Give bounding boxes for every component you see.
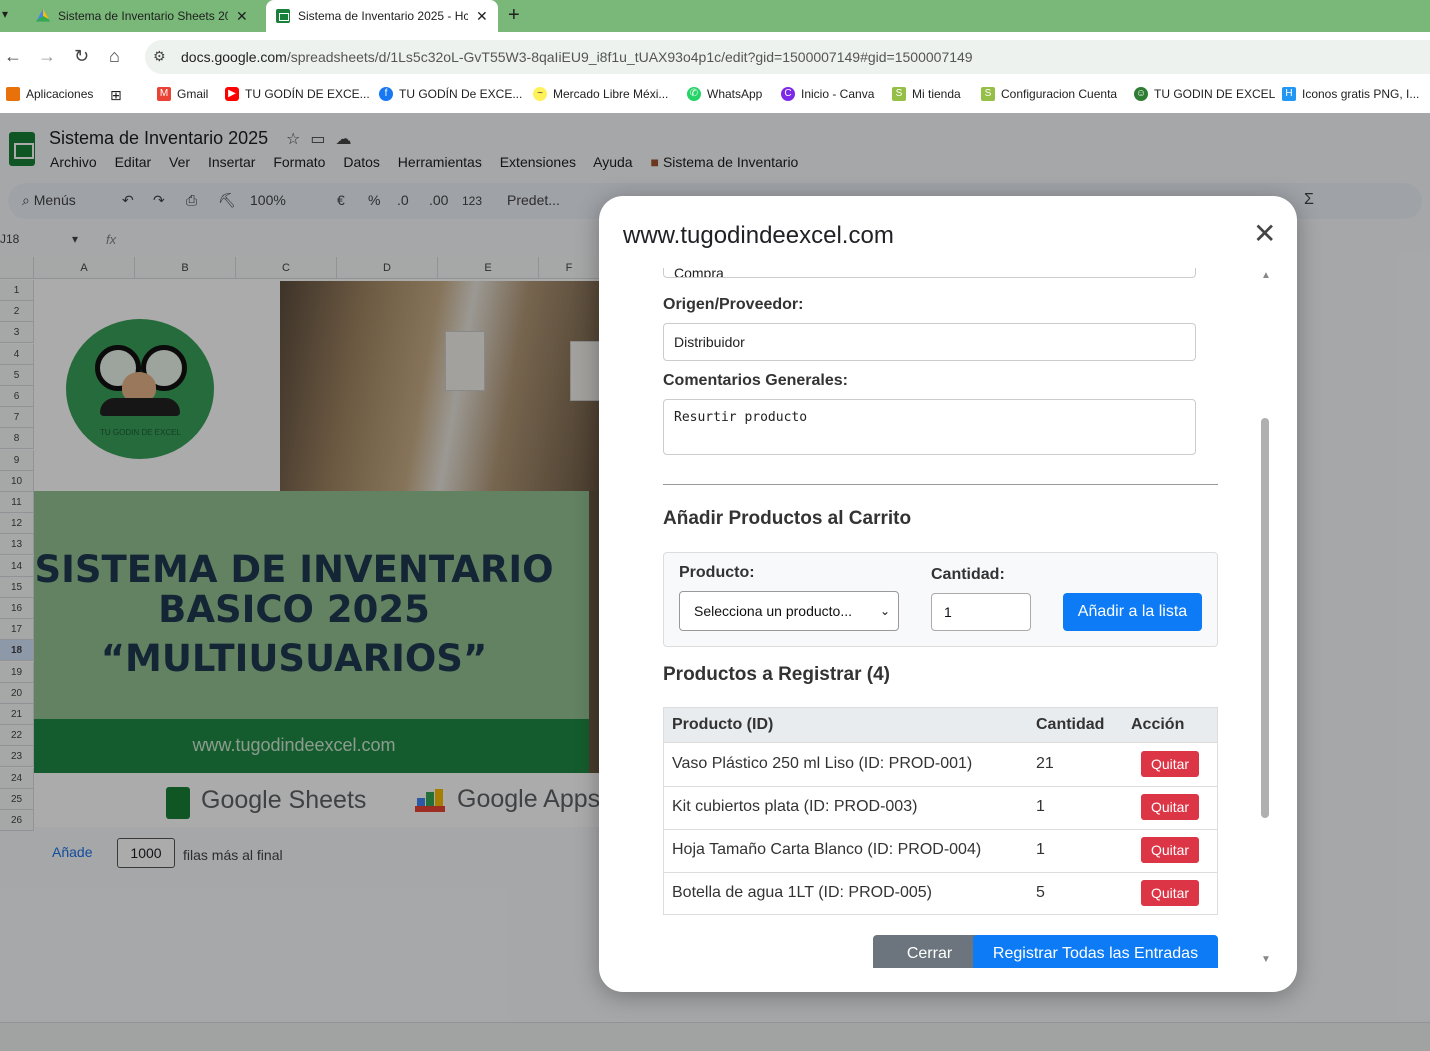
cancel-button[interactable]: Cerrar: [873, 935, 986, 968]
modal-title: www.tugodindeexcel.com: [623, 222, 894, 249]
bookmark-tugodin[interactable]: ☺ TU GODIN DE EXCEL: [1134, 87, 1275, 101]
remove-button[interactable]: Quitar: [1141, 794, 1199, 820]
origin-label: Origen/Proveedor:: [663, 296, 804, 313]
apps-grid-icon: [6, 87, 20, 101]
iconos-icon: H: [1282, 87, 1296, 101]
table-row-product: Vaso Plástico 250 ml Liso (ID: PROD-001): [672, 755, 973, 772]
bookmark-whatsapp[interactable]: ✆ WhatsApp: [687, 87, 762, 101]
bookmark-label: Iconos gratis PNG, I...: [1302, 87, 1420, 101]
url-domain: docs.google.com: [181, 49, 287, 65]
close-tab-icon[interactable]: ✕: [236, 8, 248, 25]
bookmark-mercadolibre[interactable]: ~ Mercado Libre Méxi...: [533, 87, 668, 101]
tab-search-chevron-icon[interactable]: ▾: [2, 7, 8, 21]
shopify-icon: S: [892, 87, 906, 101]
product-select-value: Selecciona un producto...: [694, 603, 852, 619]
bookmark-label: Mi tienda: [912, 87, 961, 101]
bookmark-gmail[interactable]: M Gmail: [157, 87, 208, 101]
bookmark-apps[interactable]: Aplicaciones: [6, 87, 93, 101]
close-icon[interactable]: ✕: [1253, 220, 1276, 248]
submit-all-button[interactable]: Registrar Todas las Entradas: [973, 935, 1218, 968]
column-header-quantity: Cantidad: [1036, 716, 1105, 733]
bookmark-facebook[interactable]: f TU GODÍN De EXCE...: [379, 87, 522, 101]
site-info-icon[interactable]: ⚙: [153, 48, 166, 65]
table-row-quantity: 21: [1036, 755, 1054, 772]
scroll-up-icon[interactable]: ▲: [1261, 270, 1271, 281]
bookmark-label: TU GODÍN De EXCE...: [399, 87, 523, 101]
youtube-icon: ▶: [225, 87, 239, 101]
back-icon[interactable]: ←: [4, 46, 22, 67]
shopify-icon: S: [981, 87, 995, 101]
bookmark-configuracion[interactable]: S Configuracion Cuenta: [981, 87, 1117, 101]
remove-button[interactable]: Quitar: [1141, 751, 1199, 777]
bookmark-label: Configuracion Cuenta: [1001, 87, 1118, 101]
product-select[interactable]: Selecciona un producto... ⌄: [679, 591, 899, 631]
bookmark-mitienda[interactable]: S Mi tienda: [892, 87, 961, 101]
bookmark-label: Gmail: [177, 87, 209, 101]
tab-title: Sistema de Inventario 2025 - Hc: [298, 9, 468, 23]
table-row-quantity: 1: [1036, 841, 1045, 858]
home-icon[interactable]: ⌂: [109, 46, 120, 67]
chevron-down-icon: ⌄: [879, 604, 890, 618]
remove-button[interactable]: Quitar: [1141, 837, 1199, 863]
table-row-quantity: 5: [1036, 884, 1045, 901]
bookmark-label: Mercado Libre Méxi...: [553, 87, 669, 101]
bookmark-label: TU GODIN DE EXCEL: [1154, 87, 1276, 101]
table-row-quantity: 1: [1036, 798, 1045, 815]
url-text[interactable]: docs.google.com/spreadsheets/d/1Ls5c32oL…: [181, 49, 973, 65]
close-tab-icon[interactable]: ✕: [476, 8, 488, 25]
column-header-action: Acción: [1131, 716, 1185, 733]
scroll-down-icon[interactable]: ▼: [1261, 954, 1271, 965]
entry-modal: www.tugodindeexcel.com ✕ Compra Origen/P…: [599, 196, 1297, 992]
bookmark-label: TU GODÍN DE EXCE...: [245, 87, 370, 101]
section-divider: [663, 484, 1218, 485]
row-divider: [664, 829, 1217, 830]
product-label: Producto:: [679, 564, 755, 581]
gmail-icon: M: [157, 87, 171, 101]
products-table: Producto (ID) Cantidad Acción Vaso Plást…: [663, 707, 1218, 915]
modal-scrollbar[interactable]: ▲ ▼: [1257, 268, 1273, 968]
bookmark-iconos[interactable]: H Iconos gratis PNG, I...: [1282, 87, 1419, 101]
bookmark-canva[interactable]: C Inicio - Canva: [781, 87, 874, 101]
mercadolibre-icon: ~: [533, 87, 547, 101]
drive-icon: [36, 9, 50, 22]
movement-type-field[interactable]: Compra: [663, 268, 1196, 278]
reload-icon[interactable]: ↻: [74, 46, 89, 67]
tab-title: Sistema de Inventario Sheets 20: [58, 9, 228, 23]
modal-body: Compra Origen/Proveedor: Distribuidor Co…: [623, 268, 1243, 968]
apps-menu-icon[interactable]: ⊞: [110, 87, 122, 104]
bookmark-label: Aplicaciones: [26, 87, 94, 101]
quantity-label: Cantidad:: [931, 566, 1005, 583]
bookmark-label: Inicio - Canva: [801, 87, 875, 101]
row-divider: [664, 786, 1217, 787]
table-row-product: Hoja Tamaño Carta Blanco (ID: PROD-004): [672, 841, 982, 858]
browser-tab-2[interactable]: Sistema de Inventario 2025 - Hc ✕: [266, 0, 498, 32]
quantity-input[interactable]: 1: [931, 593, 1031, 631]
origin-input[interactable]: Distribuidor: [663, 323, 1196, 361]
tugodin-icon: ☺: [1134, 87, 1148, 101]
table-row-product: Botella de agua 1LT (ID: PROD-005): [672, 884, 932, 901]
table-row-product: Kit cubiertos plata (ID: PROD-003): [672, 798, 918, 815]
comments-textarea[interactable]: Resurtir producto: [663, 399, 1196, 455]
comments-label: Comentarios Generales:: [663, 372, 848, 389]
forward-icon[interactable]: →: [38, 46, 56, 67]
canva-icon: C: [781, 87, 795, 101]
movement-type-value: Compra: [674, 268, 724, 278]
scroll-thumb[interactable]: [1261, 418, 1269, 818]
products-list-heading: Productos a Registrar (4): [663, 664, 890, 685]
row-divider: [664, 872, 1217, 873]
whatsapp-icon: ✆: [687, 87, 701, 101]
browser-tab-1[interactable]: Sistema de Inventario Sheets 20 ✕: [26, 0, 262, 32]
remove-button[interactable]: Quitar: [1141, 880, 1199, 906]
sheets-icon: [276, 9, 290, 23]
new-tab-icon[interactable]: +: [508, 4, 520, 27]
url-path: /spreadsheets/d/1Ls5c32oL-GvT55W3-8qaIiE…: [286, 49, 973, 65]
cart-heading: Añadir Productos al Carrito: [663, 508, 912, 529]
column-header-product: Producto (ID): [672, 716, 774, 733]
facebook-icon: f: [379, 87, 393, 101]
bookmark-label: WhatsApp: [707, 87, 763, 101]
add-to-list-button[interactable]: Añadir a la lista: [1063, 593, 1202, 631]
bookmark-youtube[interactable]: ▶ TU GODÍN DE EXCE...: [225, 87, 370, 101]
